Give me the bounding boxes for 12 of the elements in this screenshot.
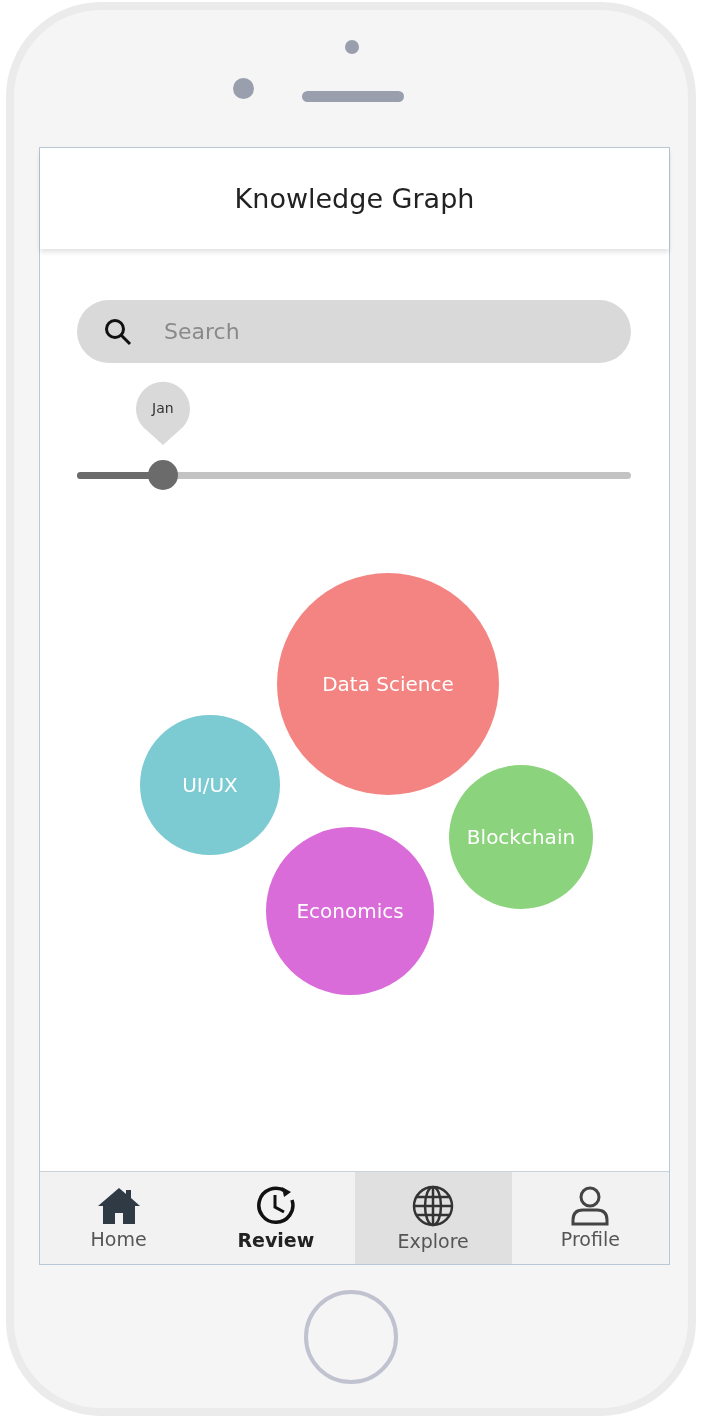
topic-bubble[interactable]: Economics — [266, 827, 434, 995]
clock-icon — [254, 1185, 297, 1227]
sensor-dot — [233, 78, 254, 99]
nav-tab[interactable]: Explore — [354, 1172, 512, 1264]
globe-icon — [411, 1184, 456, 1228]
value-tooltip: Jan — [135, 381, 190, 445]
search-field[interactable]: Search — [77, 300, 631, 363]
person-icon — [569, 1186, 612, 1226]
slider-thumb[interactable] — [147, 460, 178, 490]
search-icon — [104, 318, 132, 346]
camera-dot — [345, 40, 359, 54]
screen-title: Knowledge Graph — [234, 183, 475, 214]
